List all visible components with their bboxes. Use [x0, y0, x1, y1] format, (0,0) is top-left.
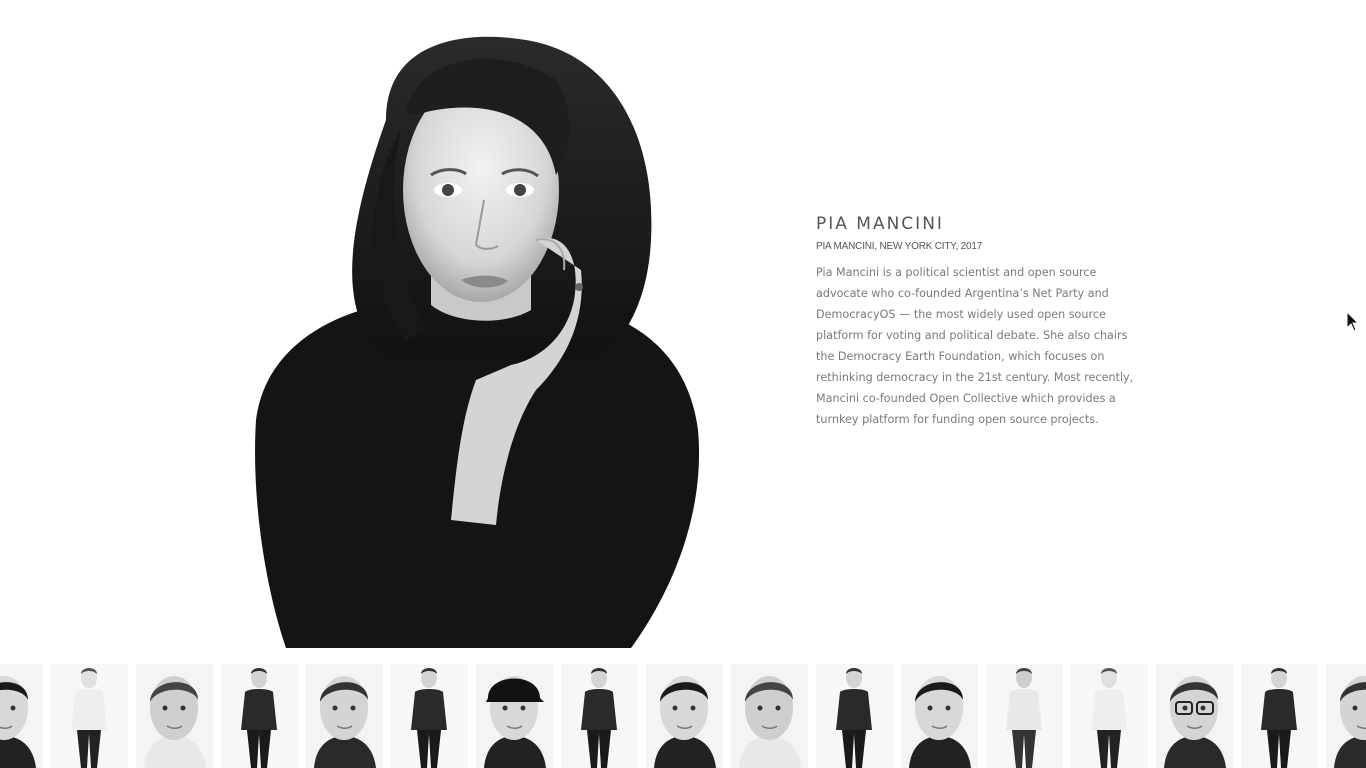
thumbnail-photo	[51, 664, 128, 768]
thumbnail-closeup-man[interactable]	[136, 664, 213, 768]
thumbnail-photo	[221, 664, 298, 768]
thumbnail-portrait-woman-smiling[interactable]	[901, 664, 978, 768]
thumbnail-closeup-man-ny-cap[interactable]	[476, 664, 553, 768]
thumbnail-photo	[816, 664, 893, 768]
profile-name: PIA MANCINI	[816, 214, 944, 234]
thumbnail-photo	[986, 664, 1063, 768]
thumbnail-full-body-woman-arms-crossed[interactable]	[221, 664, 298, 768]
thumbnail-photo	[306, 664, 383, 768]
thumbnail-photo	[0, 664, 43, 768]
thumbnail-photo	[136, 664, 213, 768]
thumbnail-full-body-man-sweater[interactable]	[391, 664, 468, 768]
thumbnail-full-body-woman-black[interactable]	[561, 664, 638, 768]
thumbnail-photo	[1071, 664, 1148, 768]
thumbnail-closeup-man-partial[interactable]	[1326, 664, 1366, 768]
thumbnail-photo	[561, 664, 638, 768]
thumbnail-photo	[391, 664, 468, 768]
thumbnail-photo	[901, 664, 978, 768]
profile-bio: Pia Mancini is a political scientist and…	[816, 266, 1134, 426]
thumbnail-full-body-woman-blazer[interactable]	[1071, 664, 1148, 768]
main-portrait-image	[236, 0, 716, 648]
thumbnail-photo	[1326, 664, 1366, 768]
thumbnail-closeup-older-man[interactable]	[731, 664, 808, 768]
thumbnail-photo	[731, 664, 808, 768]
thumbnail-closeup-man-glasses[interactable]	[1156, 664, 1233, 768]
thumbnail-strip	[0, 664, 1366, 768]
thumbnail-portrait-woman-hand-chin[interactable]	[646, 664, 723, 768]
profile-info: PIA MANCINI PIA MANCINI, NEW YORK CITY, …	[816, 212, 1136, 430]
thumbnail-photo	[646, 664, 723, 768]
photo-caption: PIA MANCINI, NEW YORK CITY, 2017	[816, 241, 983, 252]
thumbnail-full-body-karate-uniform[interactable]	[51, 664, 128, 768]
portrait-photo	[255, 36, 700, 648]
thumbnail-photo	[476, 664, 553, 768]
mouse-cursor-icon	[1346, 311, 1360, 332]
thumbnail-man-plaid-shirt-leaning[interactable]	[306, 664, 383, 768]
thumbnail-man-seated-shirt[interactable]	[986, 664, 1063, 768]
thumbnail-photo	[1156, 664, 1233, 768]
page: PIA MANCINI PIA MANCINI, NEW YORK CITY, …	[0, 0, 1366, 768]
thumbnail-portrait-woman-dark-hair[interactable]	[0, 664, 43, 768]
thumbnail-person-on-chair[interactable]	[1241, 664, 1318, 768]
thumbnail-full-body-man-arms-crossed[interactable]	[816, 664, 893, 768]
thumbnail-photo	[1241, 664, 1318, 768]
